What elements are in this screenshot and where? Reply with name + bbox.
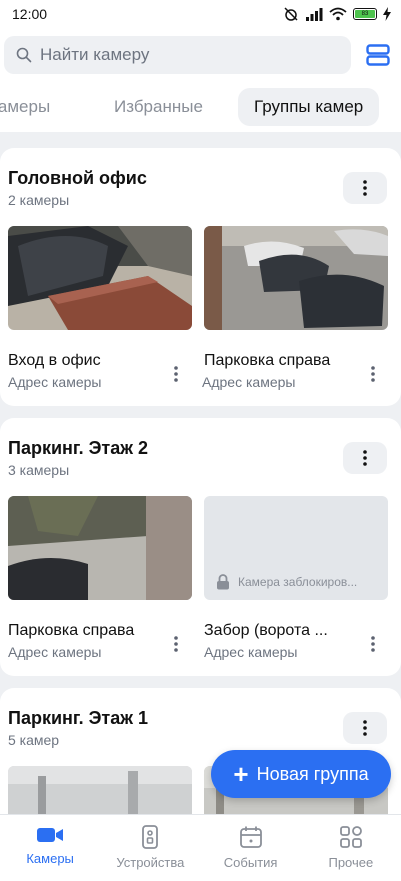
tab-cameras[interactable]: Камеры (0, 88, 50, 126)
camera-thumbnail[interactable] (8, 766, 192, 814)
layout-toggle-button[interactable] (365, 42, 391, 68)
camera-address: Адрес камеры (202, 374, 296, 390)
camera-name: Забор (ворота ... (204, 622, 328, 639)
bottom-nav: Камеры Устройства События Прочее (0, 814, 401, 881)
camera-menu-button[interactable] (363, 362, 383, 386)
new-group-label: Новая группа (256, 763, 369, 784)
camera-menu-button[interactable] (166, 362, 186, 386)
status-icons: 83 (283, 6, 391, 22)
list-layout-icon (366, 44, 390, 66)
alarm-off-icon (284, 7, 298, 21)
groups-list[interactable]: Головной офис 2 камеры Вход в офис Адрес… (0, 132, 401, 814)
camera-thumbnail[interactable] (204, 226, 388, 330)
nav-item-events[interactable]: События (201, 815, 301, 881)
locked-text: Камера заблокиров... (238, 574, 358, 589)
camera-icon (37, 828, 64, 842)
search-row (0, 28, 401, 82)
more-vertical-icon (174, 636, 178, 652)
group-title: Головной офис (8, 168, 147, 188)
camera-address: Адрес камеры (8, 374, 102, 390)
grid-icon (339, 826, 362, 848)
signal-icon (306, 8, 323, 21)
camera-address: Адрес камеры (8, 644, 102, 660)
calendar-icon (239, 826, 262, 848)
more-vertical-icon (371, 636, 375, 652)
more-vertical-icon (363, 720, 367, 736)
group-card: Паркинг. Этаж 2 3 камеры Парковка справа… (0, 418, 401, 676)
nav-label: Устройства (116, 855, 185, 870)
wifi-icon (329, 7, 347, 21)
group-camera-count: 3 камеры (8, 462, 70, 478)
locked-indicator: Камера заблокиров... (216, 574, 358, 590)
camera-name: Парковка справа (204, 352, 331, 369)
camera-thumbnail-locked[interactable]: Камера заблокиров... (204, 496, 388, 600)
group-menu-button[interactable] (343, 712, 387, 744)
lock-icon (217, 574, 229, 590)
camera-menu-button[interactable] (166, 632, 186, 656)
group-camera-count: 5 камер (8, 732, 60, 748)
camera-name: Вход в офис (8, 352, 101, 369)
remote-icon (142, 825, 159, 849)
more-vertical-icon (174, 366, 178, 382)
group-menu-button[interactable] (343, 172, 387, 204)
camera-thumbnail[interactable] (8, 226, 192, 330)
group-title: Паркинг. Этаж 2 (8, 438, 148, 458)
plus-icon: + (233, 759, 249, 789)
nav-item-devices[interactable]: Устройства (100, 815, 200, 881)
group-title: Паркинг. Этаж 1 (8, 708, 148, 728)
more-vertical-icon (371, 366, 375, 382)
more-vertical-icon (363, 450, 367, 466)
nav-label: Камеры (26, 851, 74, 866)
nav-label: События (223, 855, 278, 870)
group-card: Головной офис 2 камеры Вход в офис Адрес… (0, 148, 401, 406)
new-group-button[interactable]: + Новая группа (211, 750, 391, 798)
camera-name: Парковка справа (8, 622, 135, 639)
camera-menu-button[interactable] (363, 632, 383, 656)
group-camera-count: 2 камеры (8, 192, 70, 208)
battery-level: 83 (355, 10, 375, 18)
search-icon (16, 47, 32, 63)
more-vertical-icon (363, 180, 367, 196)
charging-icon (383, 7, 391, 21)
nav-label: Прочее (328, 855, 374, 870)
camera-thumbnail[interactable] (8, 496, 192, 600)
search-input[interactable] (40, 45, 320, 65)
battery-icon: 83 (353, 8, 377, 20)
tabs-row: Камеры Избранные Группы камер (0, 82, 401, 132)
camera-address: Адрес камеры (204, 644, 298, 660)
group-menu-button[interactable] (343, 442, 387, 474)
tab-camera-groups[interactable]: Группы камер (238, 88, 380, 126)
search-box[interactable] (4, 36, 352, 74)
tab-favorites[interactable]: Избранные (114, 88, 203, 126)
status-time: 12:00 (12, 6, 48, 22)
status-bar: 12:00 83 (0, 0, 401, 28)
nav-item-more[interactable]: Прочее (301, 815, 401, 881)
nav-item-cameras[interactable]: Камеры (0, 815, 100, 881)
